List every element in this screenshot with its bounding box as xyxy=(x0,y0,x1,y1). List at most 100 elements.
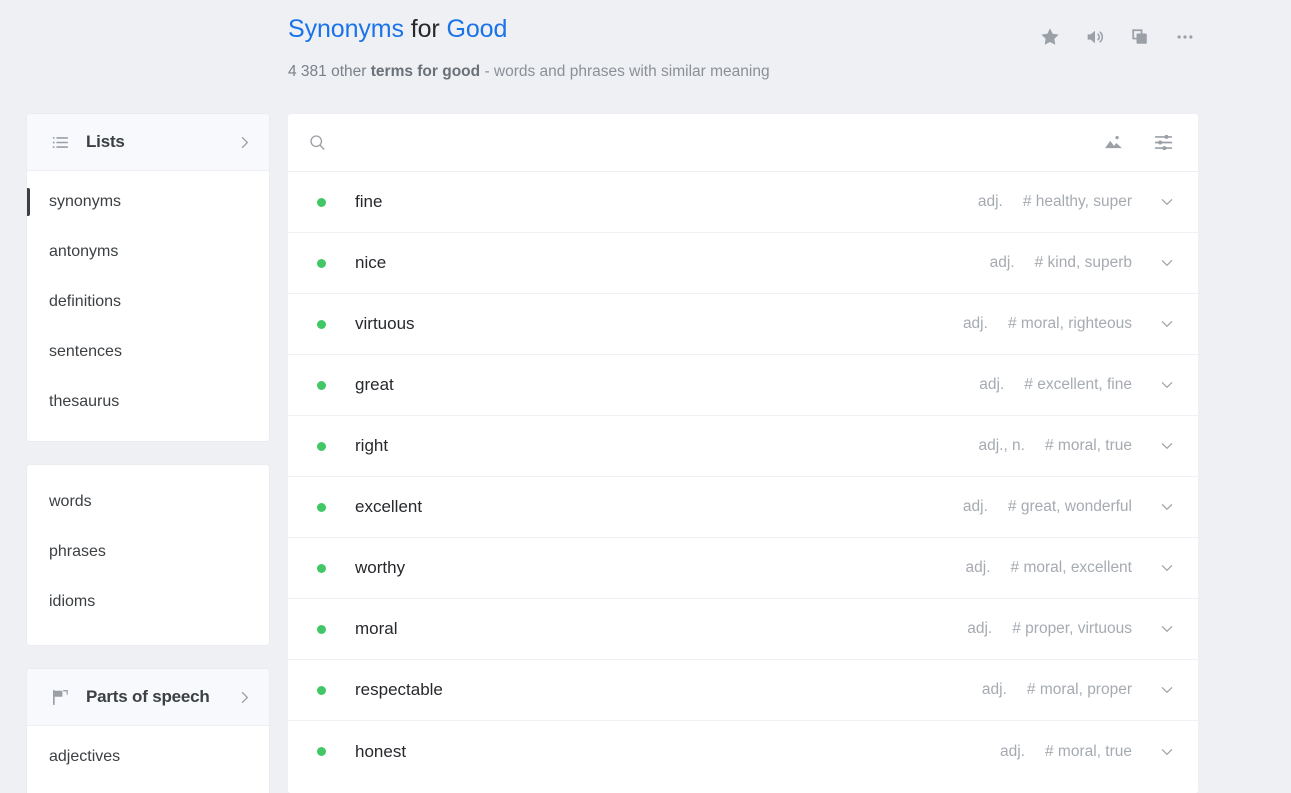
sidebar-card-types: words phrases idioms xyxy=(27,465,269,645)
status-dot-icon xyxy=(317,502,326,512)
header-action-bar xyxy=(1037,24,1198,50)
search-input[interactable] xyxy=(340,114,1100,171)
result-part-of-speech: adj. xyxy=(977,193,1003,210)
result-tags[interactable]: # excellent, fine xyxy=(1024,376,1132,394)
result-word: right xyxy=(355,436,389,455)
chevron-right-icon[interactable] xyxy=(236,689,253,706)
sidebar-card-lists: Lists synonyms antonyms definitions sent… xyxy=(27,114,269,441)
status-dot-icon xyxy=(317,747,326,756)
chevron-down-icon[interactable] xyxy=(1158,743,1176,761)
status-dot-icon xyxy=(317,380,326,390)
chevron-down-icon[interactable] xyxy=(1158,193,1176,211)
sidebar-item-sentences[interactable]: sentences xyxy=(27,327,269,377)
sidebar-item-thesaurus[interactable]: thesaurus xyxy=(27,377,269,427)
table-row[interactable]: right adj., n. # moral, true xyxy=(288,416,1198,477)
copy-icon[interactable] xyxy=(1127,24,1153,50)
page-title-for: for xyxy=(410,15,440,43)
result-tags[interactable]: # moral, true xyxy=(1045,437,1132,455)
filter-sliders-icon[interactable] xyxy=(1150,130,1176,156)
subtitle-count: 4 381 other xyxy=(288,63,367,80)
result-part-of-speech: adj. xyxy=(967,620,993,637)
sidebar-item-idioms[interactable]: idioms xyxy=(27,577,269,627)
chevron-down-icon[interactable] xyxy=(1158,254,1176,272)
subtitle-tail: - words and phrases with similar meaning xyxy=(484,63,770,80)
result-tags[interactable]: # moral, righteous xyxy=(1008,315,1132,333)
sidebar-item-definitions[interactable]: definitions xyxy=(27,277,269,327)
status-dot-icon xyxy=(317,319,326,329)
page-header: Synonyms for Good 4 381 other terms for … xyxy=(288,14,1198,98)
page-title-word: Good xyxy=(446,15,508,43)
result-part-of-speech: adj. xyxy=(981,681,1007,698)
result-tags[interactable]: # great, wonderful xyxy=(1008,498,1132,516)
favorite-star-icon[interactable] xyxy=(1037,24,1063,50)
image-icon[interactable] xyxy=(1100,130,1126,156)
sidebar-item-antonyms[interactable]: antonyms xyxy=(27,227,269,277)
chevron-down-icon[interactable] xyxy=(1158,498,1176,516)
result-tags[interactable]: # moral, proper xyxy=(1027,681,1132,699)
chevron-down-icon[interactable] xyxy=(1158,681,1176,699)
sidebar-item-label: sentences xyxy=(49,343,122,360)
chevron-right-icon[interactable] xyxy=(236,134,253,151)
table-row[interactable]: honest adj. # moral, true xyxy=(288,721,1198,782)
table-row[interactable]: moral adj. # proper, virtuous xyxy=(288,599,1198,660)
result-tags[interactable]: # healthy, super xyxy=(1023,193,1132,211)
result-part-of-speech: adj. xyxy=(999,742,1025,760)
result-part-of-speech: adj., n. xyxy=(978,437,1025,454)
status-dot-icon xyxy=(317,258,326,268)
chevron-down-icon[interactable] xyxy=(1158,376,1176,394)
search-action-bar xyxy=(1100,130,1176,156)
result-part-of-speech: adj. xyxy=(979,376,1005,393)
sidebar-item-words[interactable]: words xyxy=(27,477,269,527)
table-row[interactable]: fine adj. # healthy, super xyxy=(288,172,1198,233)
table-row[interactable]: worthy adj. # moral, excellent xyxy=(288,538,1198,599)
sidebar-card-title-parts-of-speech: Parts of speech xyxy=(86,687,210,706)
result-tags[interactable]: # moral, true xyxy=(1045,743,1132,761)
result-tags[interactable]: # kind, superb xyxy=(1035,254,1132,272)
sidebar-card-body-types: words phrases idioms xyxy=(27,465,269,645)
status-dot-icon xyxy=(317,563,326,573)
subtitle-emphasis: terms for good xyxy=(370,63,481,80)
result-part-of-speech: adj. xyxy=(989,254,1015,271)
table-row[interactable]: nice adj. # kind, superb xyxy=(288,233,1198,294)
more-options-icon[interactable] xyxy=(1172,24,1198,50)
result-word: moral xyxy=(355,619,398,638)
pronounce-speaker-icon[interactable] xyxy=(1082,24,1108,50)
result-word: great xyxy=(355,375,394,394)
status-dot-icon xyxy=(317,624,326,634)
result-word: respectable xyxy=(355,680,443,699)
sidebar-card-header-lists[interactable]: Lists xyxy=(27,114,269,171)
page-root: Synonyms for Good 4 381 other terms for … xyxy=(0,0,1291,793)
list-icon xyxy=(49,131,71,153)
result-word: virtuous xyxy=(355,314,415,333)
result-tags[interactable]: # moral, excellent xyxy=(1011,559,1132,577)
result-word: honest xyxy=(355,741,407,761)
sidebar: Lists synonyms antonyms definitions sent… xyxy=(27,114,269,793)
result-part-of-speech: adj. xyxy=(965,559,991,576)
table-row[interactable]: great adj. # excellent, fine xyxy=(288,355,1198,416)
sidebar-item-label: thesaurus xyxy=(49,393,120,410)
chevron-down-icon[interactable] xyxy=(1158,620,1176,638)
result-tags[interactable]: # proper, virtuous xyxy=(1012,620,1132,638)
table-row[interactable]: respectable adj. # moral, proper xyxy=(288,660,1198,721)
sidebar-card-parts-of-speech: Parts of speech adjectives xyxy=(27,669,269,793)
result-word: fine xyxy=(355,192,383,211)
sidebar-item-adjectives[interactable]: adjectives xyxy=(27,732,269,782)
sidebar-item-label: idioms xyxy=(49,593,96,610)
sidebar-card-title-lists: Lists xyxy=(86,132,125,151)
status-dot-icon xyxy=(317,197,326,207)
status-dot-icon xyxy=(317,441,326,451)
table-row[interactable]: excellent adj. # great, wonderful xyxy=(288,477,1198,538)
chevron-down-icon[interactable] xyxy=(1158,437,1176,455)
sidebar-item-label: phrases xyxy=(49,543,106,560)
search-icon xyxy=(306,132,328,154)
sidebar-card-body-lists: synonyms antonyms definitions sentences … xyxy=(27,171,269,441)
sidebar-item-phrases[interactable]: phrases xyxy=(27,527,269,577)
search-bar xyxy=(288,114,1198,172)
sidebar-card-header-parts-of-speech[interactable]: Parts of speech xyxy=(27,669,269,726)
chevron-down-icon[interactable] xyxy=(1158,315,1176,333)
table-row[interactable]: virtuous adj. # moral, righteous xyxy=(288,294,1198,355)
sidebar-item-synonyms[interactable]: synonyms xyxy=(27,177,269,227)
sidebar-item-label: definitions xyxy=(49,293,122,310)
chevron-down-icon[interactable] xyxy=(1158,559,1176,577)
sidebar-item-label: adjectives xyxy=(49,748,121,765)
